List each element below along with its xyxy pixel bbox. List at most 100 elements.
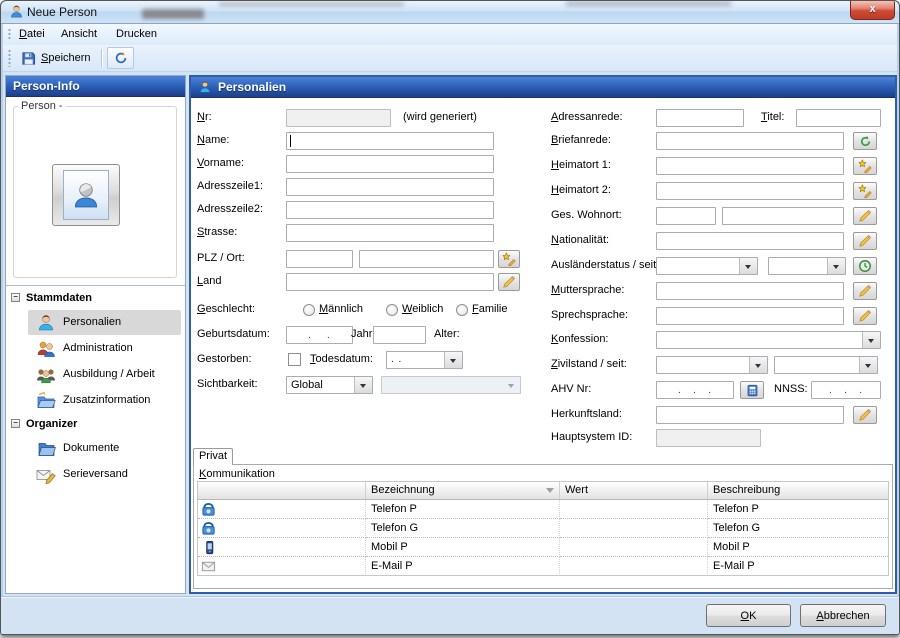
collapse-icon[interactable]: − bbox=[11, 419, 20, 428]
sidebar-item-zusatzinformation[interactable]: Zusatzinformation bbox=[6, 388, 187, 414]
sidebar-item-personalien[interactable]: Personalien bbox=[6, 310, 187, 336]
person-icon bbox=[36, 313, 56, 333]
herkunftsland-edit-button[interactable] bbox=[853, 406, 877, 424]
table-cell-wert[interactable] bbox=[560, 538, 708, 557]
chevron-down-icon[interactable] bbox=[862, 332, 880, 348]
table-row-icon-cell[interactable] bbox=[198, 538, 366, 557]
close-button[interactable]: x bbox=[850, 1, 895, 20]
table-cell-beschreibung[interactable]: Telefon P bbox=[708, 500, 888, 519]
name-input[interactable] bbox=[286, 132, 494, 150]
title-bar[interactable]: Neue Person x bbox=[1, 1, 899, 24]
table-cell-wert[interactable] bbox=[560, 519, 708, 538]
table-cell-beschreibung[interactable]: Mobil P bbox=[708, 538, 888, 557]
icon-column-header[interactable] bbox=[198, 482, 366, 500]
weiblich-radio-label[interactable]: Weiblich bbox=[402, 303, 443, 315]
maennlich-radio-label[interactable]: Männlich bbox=[319, 303, 363, 315]
table-cell-beschreibung[interactable]: Telefon G bbox=[708, 519, 888, 538]
menu-datei[interactable]: Datei bbox=[13, 26, 51, 43]
sidebar-item-administration[interactable]: Administration bbox=[6, 336, 187, 362]
menu-drucken[interactable]: Drucken bbox=[110, 26, 163, 43]
ok-button[interactable]: OK bbox=[706, 604, 791, 627]
auslaenderstatus-history-button[interactable] bbox=[853, 257, 877, 275]
land-edit-button[interactable] bbox=[498, 273, 520, 291]
muttersprache-edit-button[interactable] bbox=[853, 282, 877, 300]
photo-button[interactable] bbox=[52, 164, 120, 226]
nationalitaet-input[interactable] bbox=[656, 232, 844, 250]
briefanrede-input[interactable] bbox=[656, 132, 844, 150]
adressanrede-input[interactable] bbox=[656, 109, 744, 127]
chevron-down-icon[interactable] bbox=[827, 258, 845, 274]
sidebar-item-ausbildung[interactable]: Ausbildung / Arbeit bbox=[6, 362, 187, 388]
plz-lookup-button[interactable] bbox=[498, 250, 520, 268]
sprechsprache-input[interactable] bbox=[656, 307, 844, 325]
save-button[interactable]: Speichern bbox=[13, 47, 99, 69]
nationalitaet-edit-button[interactable] bbox=[853, 232, 877, 250]
ges-wohnort-ort-input[interactable] bbox=[722, 207, 844, 225]
table-row-icon-cell[interactable] bbox=[198, 519, 366, 538]
vorname-input[interactable] bbox=[286, 155, 494, 173]
adresszeile2-input[interactable] bbox=[286, 201, 494, 219]
chevron-down-icon[interactable] bbox=[749, 357, 767, 373]
beschreibung-column-header[interactable]: Beschreibung bbox=[708, 482, 888, 500]
table-cell-beschreibung[interactable]: E-Mail P bbox=[708, 557, 888, 576]
table-row-icon-cell[interactable] bbox=[198, 500, 366, 519]
tab-privat[interactable]: Privat bbox=[193, 448, 233, 465]
sichtbarkeit-combo[interactable]: Global bbox=[286, 376, 373, 394]
bezeichnung-column-header[interactable]: Bezeichnung bbox=[366, 482, 560, 500]
chevron-down-icon[interactable] bbox=[859, 357, 877, 373]
refresh-icon bbox=[114, 51, 128, 65]
heimatort2-lookup-button[interactable] bbox=[853, 182, 877, 200]
ahv-input[interactable] bbox=[656, 381, 734, 399]
chevron-down-icon[interactable] bbox=[354, 377, 372, 393]
ges-wohnort-edit-button[interactable] bbox=[853, 207, 877, 225]
menu-ansicht[interactable]: Ansicht bbox=[55, 26, 103, 43]
wert-column-header[interactable]: Wert bbox=[560, 482, 708, 500]
auslaenderstatus-combo[interactable] bbox=[656, 257, 758, 275]
table-cell-bezeichnung[interactable]: Telefon P bbox=[366, 500, 560, 519]
maennlich-radio[interactable] bbox=[303, 304, 315, 316]
muttersprache-input[interactable] bbox=[656, 282, 844, 300]
todesdatum-combo[interactable]: . . bbox=[386, 351, 463, 369]
sidebar-item-label: Ausbildung / Arbeit bbox=[63, 368, 155, 380]
table-cell-bezeichnung[interactable]: Mobil P bbox=[366, 538, 560, 557]
weiblich-radio[interactable] bbox=[386, 304, 398, 316]
heimatort1-lookup-button[interactable] bbox=[853, 157, 877, 175]
chevron-down-icon[interactable] bbox=[444, 352, 462, 368]
chevron-down-icon[interactable] bbox=[739, 258, 757, 274]
familie-radio-label[interactable]: Familie bbox=[472, 303, 507, 315]
nnss-label: NNSS: bbox=[774, 383, 808, 395]
briefanrede-refresh-button[interactable] bbox=[853, 132, 877, 150]
sprechsprache-edit-button[interactable] bbox=[853, 307, 877, 325]
table-cell-wert[interactable] bbox=[560, 500, 708, 519]
familie-radio[interactable] bbox=[456, 304, 468, 316]
table-cell-wert[interactable] bbox=[560, 557, 708, 576]
table-cell-bezeichnung[interactable]: E-Mail P bbox=[366, 557, 560, 576]
ges-wohnort-plz-input[interactable] bbox=[656, 207, 716, 225]
ahv-calculator-button[interactable] bbox=[740, 381, 764, 399]
table-cell-bezeichnung[interactable]: Telefon G bbox=[366, 519, 560, 538]
cancel-button[interactable]: Abbrechen bbox=[800, 604, 886, 627]
gestorben-checkbox[interactable] bbox=[288, 353, 301, 366]
auslaenderstatus-seit-combo[interactable] bbox=[768, 257, 846, 275]
collapse-icon[interactable]: − bbox=[11, 293, 20, 302]
heimatort2-input[interactable] bbox=[656, 182, 844, 200]
adresszeile1-input[interactable] bbox=[286, 178, 494, 196]
dialog-footer: OK Abbrechen bbox=[1, 596, 899, 635]
ort-input[interactable] bbox=[359, 250, 494, 268]
zivilstand-seit-combo[interactable] bbox=[774, 356, 878, 374]
konfession-combo[interactable] bbox=[656, 331, 881, 349]
plz-input[interactable] bbox=[286, 250, 353, 268]
herkunftsland-input[interactable] bbox=[656, 406, 844, 424]
zivilstand-combo[interactable] bbox=[656, 356, 768, 374]
titel-input[interactable] bbox=[796, 109, 881, 127]
table-row-icon-cell[interactable] bbox=[198, 557, 366, 576]
nnss-input[interactable] bbox=[811, 381, 881, 399]
heimatort1-input[interactable] bbox=[656, 157, 844, 175]
refresh-button[interactable] bbox=[107, 47, 134, 69]
geburtsdatum-input[interactable] bbox=[286, 326, 353, 344]
land-input[interactable] bbox=[286, 273, 494, 291]
sidebar-item-dokumente[interactable]: Dokumente bbox=[6, 436, 187, 462]
sidebar-item-serieversand[interactable]: Serieversand bbox=[6, 462, 187, 488]
strasse-input[interactable] bbox=[286, 224, 494, 242]
jahr-input[interactable] bbox=[373, 326, 426, 344]
